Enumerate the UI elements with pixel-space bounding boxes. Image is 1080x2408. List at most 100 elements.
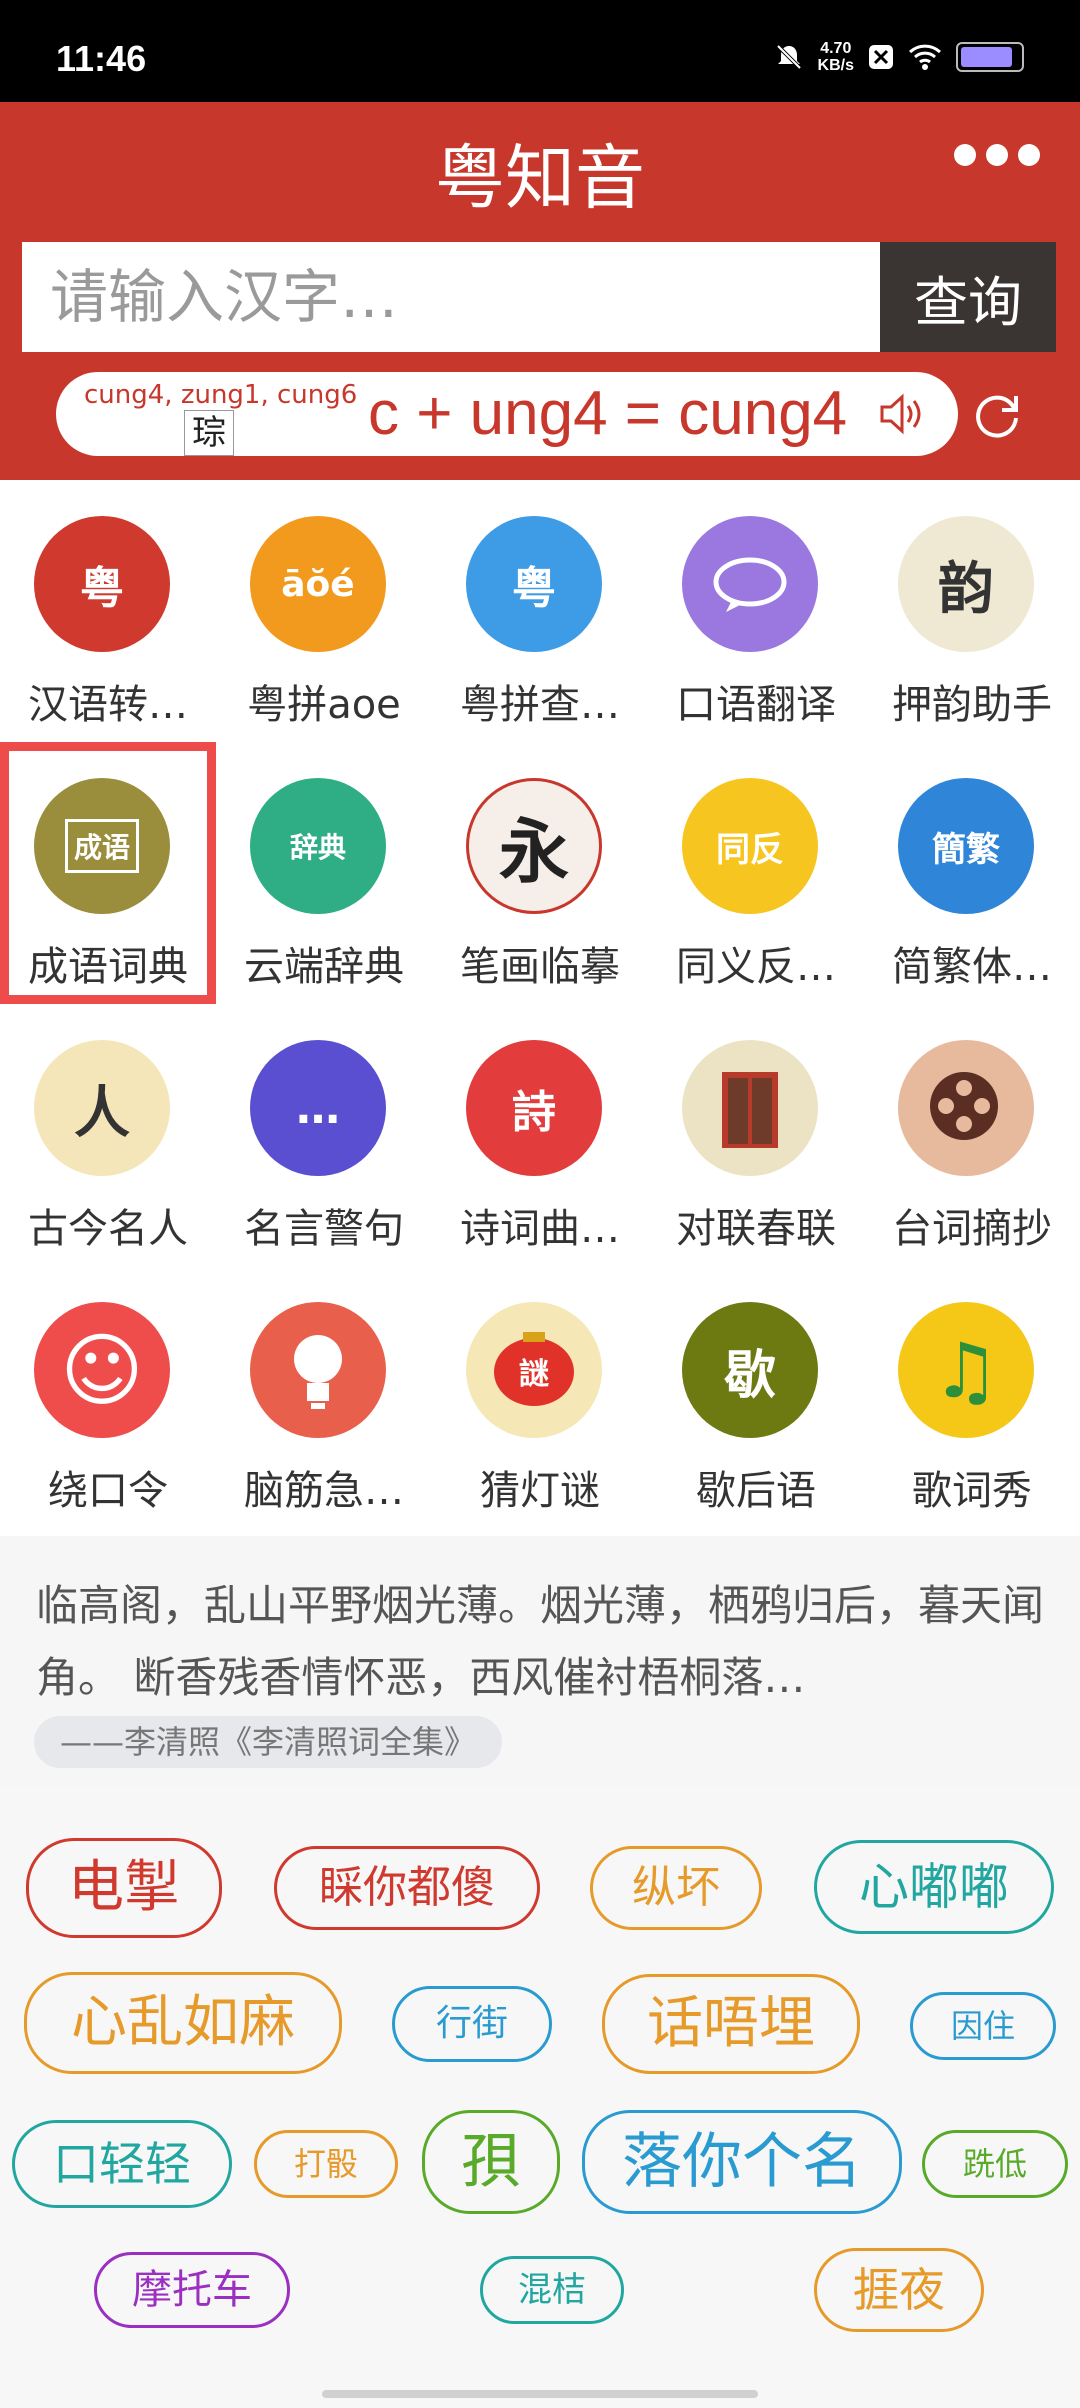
speaker-icon[interactable]: [878, 392, 928, 436]
feature-label: 云端辞典: [244, 944, 404, 990]
feature-synonym[interactable]: 同反同义反…: [648, 742, 864, 1004]
cantonese-convert-icon: 粤: [34, 516, 170, 652]
feature-label: 诗词曲…: [460, 1206, 620, 1252]
feature-film-lines[interactable]: 台词摘抄: [864, 1004, 1080, 1266]
app-title: 粤知音: [435, 137, 645, 219]
idiom-book-icon: 成语: [34, 778, 170, 914]
feature-quotes[interactable]: … 名言警句: [216, 1004, 432, 1266]
network-speed: 4.70 KB/s: [818, 40, 854, 74]
feature-speech-translate[interactable]: 口语翻译: [648, 480, 864, 742]
svg-text:謎: 謎: [519, 1357, 549, 1392]
status-icons: 4.70 KB/s: [774, 40, 1024, 74]
cloud-dict-icon: 辞典: [250, 778, 386, 914]
feature-label: 名言警句: [244, 1206, 404, 1252]
feature-stroke[interactable]: 永笔画临摹: [432, 742, 648, 1004]
tag-item[interactable]: 跣低: [922, 2130, 1068, 2198]
simp-trad-icon: 簡繁: [898, 778, 1034, 914]
tag-item[interactable]: 混桔: [480, 2256, 624, 2324]
famous-people-icon: 人: [34, 1040, 170, 1176]
feature-couplet[interactable]: 对联春联: [648, 1004, 864, 1266]
feature-label: 歇后语: [696, 1468, 816, 1514]
feature-label: 汉语转…: [28, 682, 188, 728]
stroke-icon: 永: [466, 778, 602, 914]
feature-label: 台词摘抄: [892, 1206, 1052, 1252]
feature-label: 粤拼aoe: [247, 682, 401, 728]
poem-text: 临高阁，乱山平野烟光薄。烟光薄，栖鸦归后，暮天闻角。 断香残香情怀恶，西风催衬梧…: [36, 1581, 1045, 1702]
pronunciation-char: 琮: [184, 410, 234, 456]
feature-jyutping-lookup[interactable]: 粤粤拼查…: [432, 480, 648, 742]
music-icon: ♫: [898, 1302, 1034, 1438]
search-button[interactable]: 查询: [880, 242, 1056, 352]
feature-cantonese-convert[interactable]: 粤汉语转…: [0, 480, 216, 742]
tag-cloud: 电掣 睬你都傻 纵坏 心嘟嘟 心乱如麻 行街 话唔埋 因住 口轻轻 打骰 孭 落…: [0, 1786, 1080, 2408]
pronunciation-hint: cung4, zung1, cung6: [84, 380, 358, 410]
feature-aoe[interactable]: āŏé 粤拼aoe: [216, 480, 432, 742]
feature-label: 成语词典: [28, 944, 188, 990]
tag-item[interactable]: 打骰: [254, 2130, 398, 2198]
battery-icon: [956, 42, 1024, 72]
feature-label: 笔画临摹: [460, 944, 620, 990]
feature-label: 简繁体…: [892, 944, 1052, 990]
speech-translate-icon: [682, 516, 818, 652]
feature-lyrics[interactable]: ♫ 歌词秀: [864, 1266, 1080, 1528]
film-reel-icon: [898, 1040, 1034, 1176]
tag-item[interactable]: 睬你都傻: [274, 1846, 540, 1930]
feature-label: 同义反…: [676, 944, 836, 990]
feature-grid: 粤汉语转… āŏé 粤拼aoe 粤粤拼查… 口语翻译 韵押韵助手 成语成语词典 辞…: [0, 480, 1080, 1536]
tag-item[interactable]: 心嘟嘟: [814, 1840, 1054, 1934]
jyutping-lookup-icon: 粤: [466, 516, 602, 652]
feature-xiehouyu[interactable]: 歇歇后语: [648, 1266, 864, 1528]
tag-item[interactable]: 心乱如麻: [24, 1972, 342, 2074]
tag-item[interactable]: 捱夜: [814, 2248, 984, 2332]
tag-item[interactable]: 落你个名: [582, 2110, 902, 2214]
feature-label: 对联春联: [676, 1206, 836, 1252]
speed-unit: KB/s: [817, 57, 854, 74]
feature-tongue-twister[interactable]: ☺ 绕口令: [0, 1266, 216, 1528]
feature-label: 脑筋急…: [244, 1468, 404, 1514]
tag-item[interactable]: 孭: [422, 2110, 560, 2214]
status-bar: 11:46 4.70 KB/s: [0, 0, 1080, 102]
feature-label: 绕口令: [48, 1468, 168, 1514]
more-menu-button[interactable]: [954, 144, 1040, 166]
poetry-icon: 詩: [466, 1040, 602, 1176]
tag-item[interactable]: 话唔埋: [602, 1974, 860, 2074]
feature-cloud-dict[interactable]: 辞典云端辞典: [216, 742, 432, 1004]
brain-bulb-icon: [250, 1302, 386, 1438]
tag-item[interactable]: 电掣: [26, 1838, 222, 1938]
status-time: 11:46: [56, 38, 147, 79]
poem-author: ——李清照《李清照词全集》: [34, 1716, 503, 1768]
rhyme-icon: 韵: [898, 516, 1034, 652]
feature-poetry[interactable]: 詩诗词曲…: [432, 1004, 648, 1266]
tag-item[interactable]: 纵坏: [590, 1846, 762, 1930]
feature-brain-teaser[interactable]: 脑筋急…: [216, 1266, 432, 1528]
tag-item[interactable]: 因住: [910, 1992, 1056, 2060]
tag-item[interactable]: 摩托车: [94, 2252, 290, 2328]
search-input[interactable]: [22, 242, 880, 352]
feature-label: 粤拼查…: [460, 682, 620, 728]
feature-idiom-dictionary[interactable]: 成语成语词典: [0, 742, 216, 1004]
home-indicator[interactable]: [322, 2390, 758, 2398]
couplet-icon: [682, 1040, 818, 1176]
pronunciation-bar[interactable]: cung4, zung1, cung6 琮 c + ung4 = cung4: [56, 372, 958, 456]
xiehouyu-icon: 歇: [682, 1302, 818, 1438]
lantern-icon: 謎: [466, 1302, 602, 1438]
poem-card[interactable]: 临高阁，乱山平野烟光薄。烟光薄，栖鸦归后，暮天闻角。 断香残香情怀恶，西风催衬梧…: [0, 1536, 1080, 1786]
aoe-icon: āŏé: [250, 516, 386, 652]
refresh-icon[interactable]: [970, 388, 1024, 442]
mute-bell-icon: [776, 44, 801, 70]
feature-simp-trad[interactable]: 簡繁简繁体…: [864, 742, 1080, 1004]
feature-label: 押韵助手: [892, 682, 1052, 728]
feature-label: 口语翻译: [676, 682, 836, 728]
search-bar: 查询: [22, 242, 1056, 352]
tag-item[interactable]: 行街: [392, 1986, 552, 2062]
feature-famous-people[interactable]: 人古今名人: [0, 1004, 216, 1266]
notification-icon: [869, 45, 893, 69]
synonym-icon: 同反: [682, 778, 818, 914]
feature-label: 歌词秀: [912, 1468, 1032, 1514]
pronunciation-formula: c + ung4 = cung4: [368, 379, 848, 448]
feature-rhyme[interactable]: 韵押韵助手: [864, 480, 1080, 742]
feature-lantern-riddle[interactable]: 謎猜灯谜: [432, 1266, 648, 1528]
quotes-icon: …: [250, 1040, 386, 1176]
tag-item[interactable]: 口轻轻: [12, 2120, 232, 2208]
tongue-twister-icon: ☺: [34, 1302, 170, 1438]
